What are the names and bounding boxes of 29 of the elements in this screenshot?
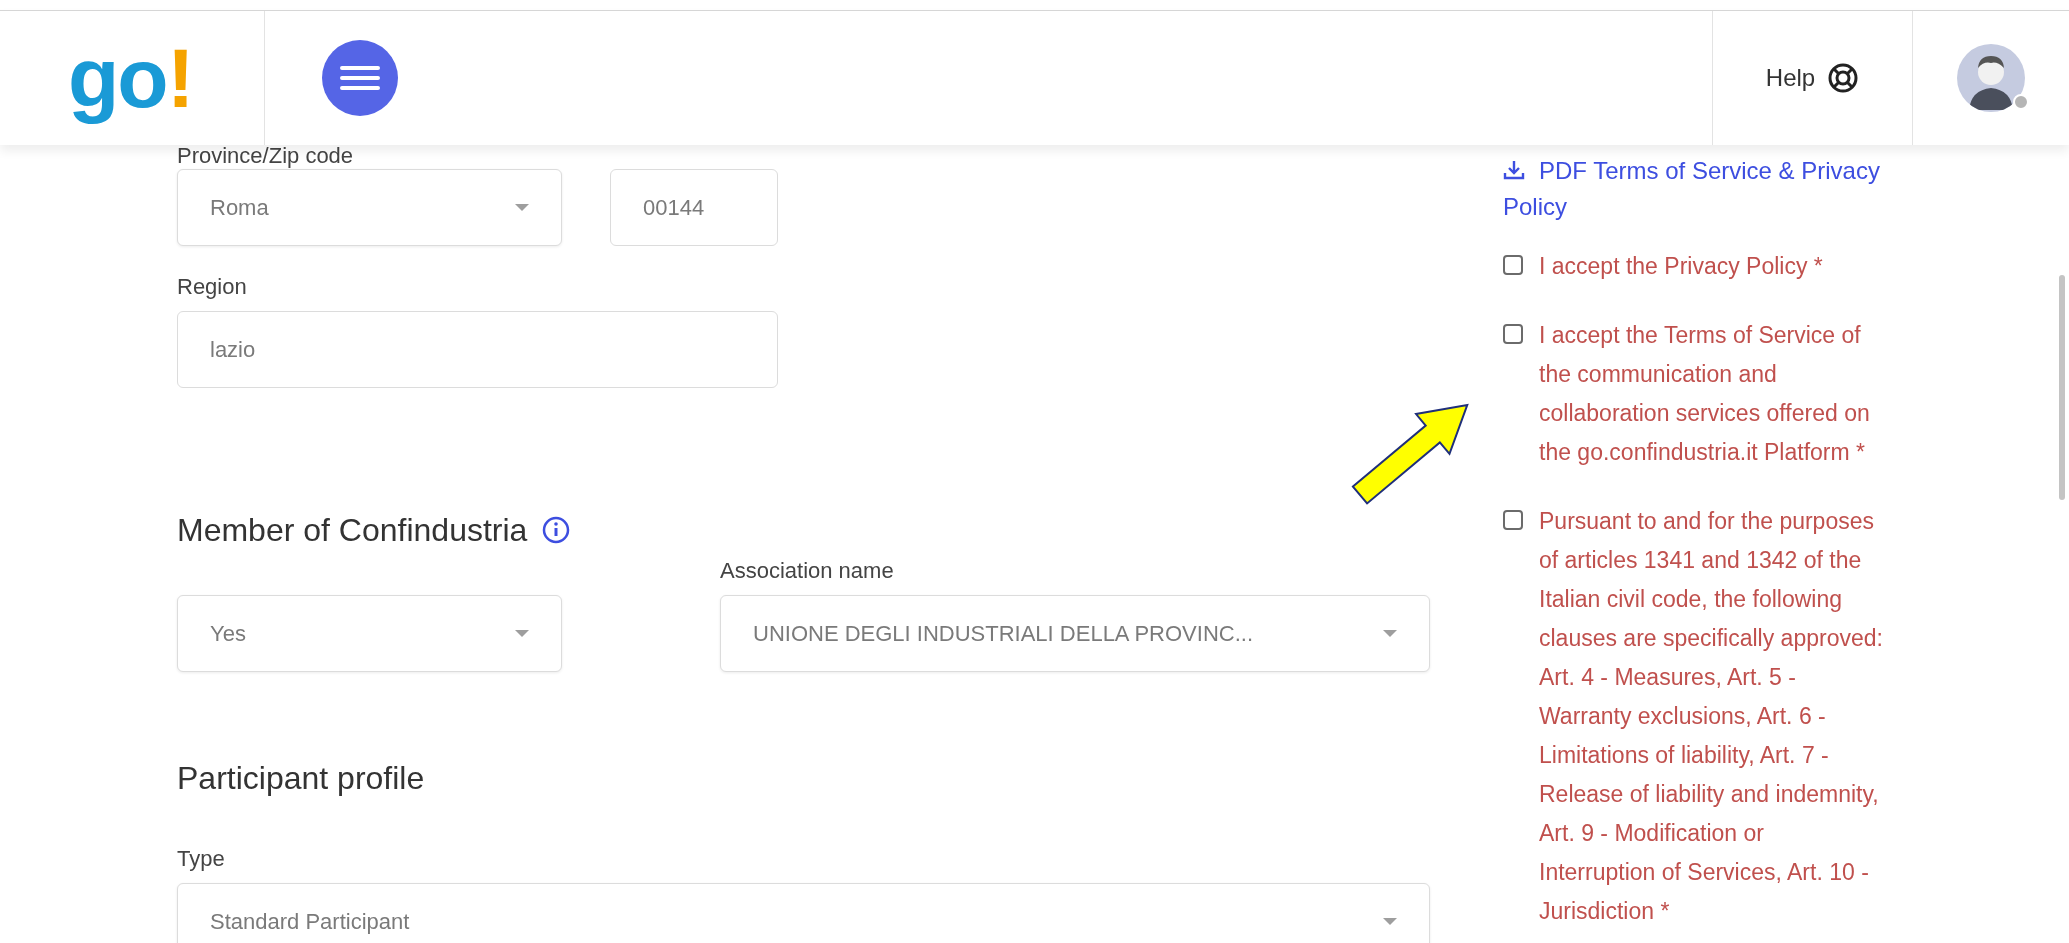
association-select[interactable]: UNIONE DEGLI INDUSTRIALI DELLA PROVINC... (720, 595, 1430, 672)
member-select[interactable]: Yes (177, 595, 562, 672)
caret-icon (1383, 629, 1397, 638)
checkbox[interactable] (1503, 324, 1523, 344)
checkbox[interactable] (1503, 255, 1523, 275)
consent-text: Pursuant to and for the purposes of articles 1341 and 1342 of the Italian civil code, the following clauses are specifically approved: Art. 4 - Measures, Art. 5 - Warranty exclusions, Art. 6 - Limitations of liability, Art. 7 - Release of liability and indemnity, Art. 9 - Modification or Interruption of Services, Art. 10 - Jurisdiction * (1539, 507, 1884, 926)
consent-text: I accept the Privacy Policy * (1539, 252, 1824, 281)
lifebuoy-icon (1827, 62, 1860, 94)
caret-icon (1383, 917, 1397, 926)
section-heading: Member of Confindustria (177, 511, 528, 550)
type-select[interactable]: Standard Participant (177, 883, 1430, 943)
consent-text: I accept the Terms of Service of the communication and collaboration services offered on the go.confindustria.it Platform * (1539, 321, 1871, 467)
caret-icon (515, 629, 529, 638)
field-label: Region (177, 273, 248, 301)
field-label: Association name (720, 557, 895, 585)
scrollbar-thumb[interactable] (2059, 275, 2065, 500)
zip-field[interactable]: 00144 (610, 169, 778, 246)
field-label: Type (177, 845, 226, 873)
caret-icon (515, 203, 529, 212)
field-label: Province/Zip code (177, 145, 355, 167)
section-heading: Participant profile (177, 759, 426, 798)
menu-icon (340, 65, 380, 91)
checkbox[interactable] (1503, 510, 1523, 530)
pdf-download-link[interactable]: PDF Terms of Service & Privacy Policy (1503, 153, 1923, 225)
info-icon[interactable] (541, 515, 572, 545)
region-field[interactable]: lazio (177, 311, 778, 388)
download-icon (1503, 159, 1525, 181)
province-select[interactable]: Roma (177, 169, 562, 246)
help-button[interactable]: Help (1765, 60, 1860, 96)
